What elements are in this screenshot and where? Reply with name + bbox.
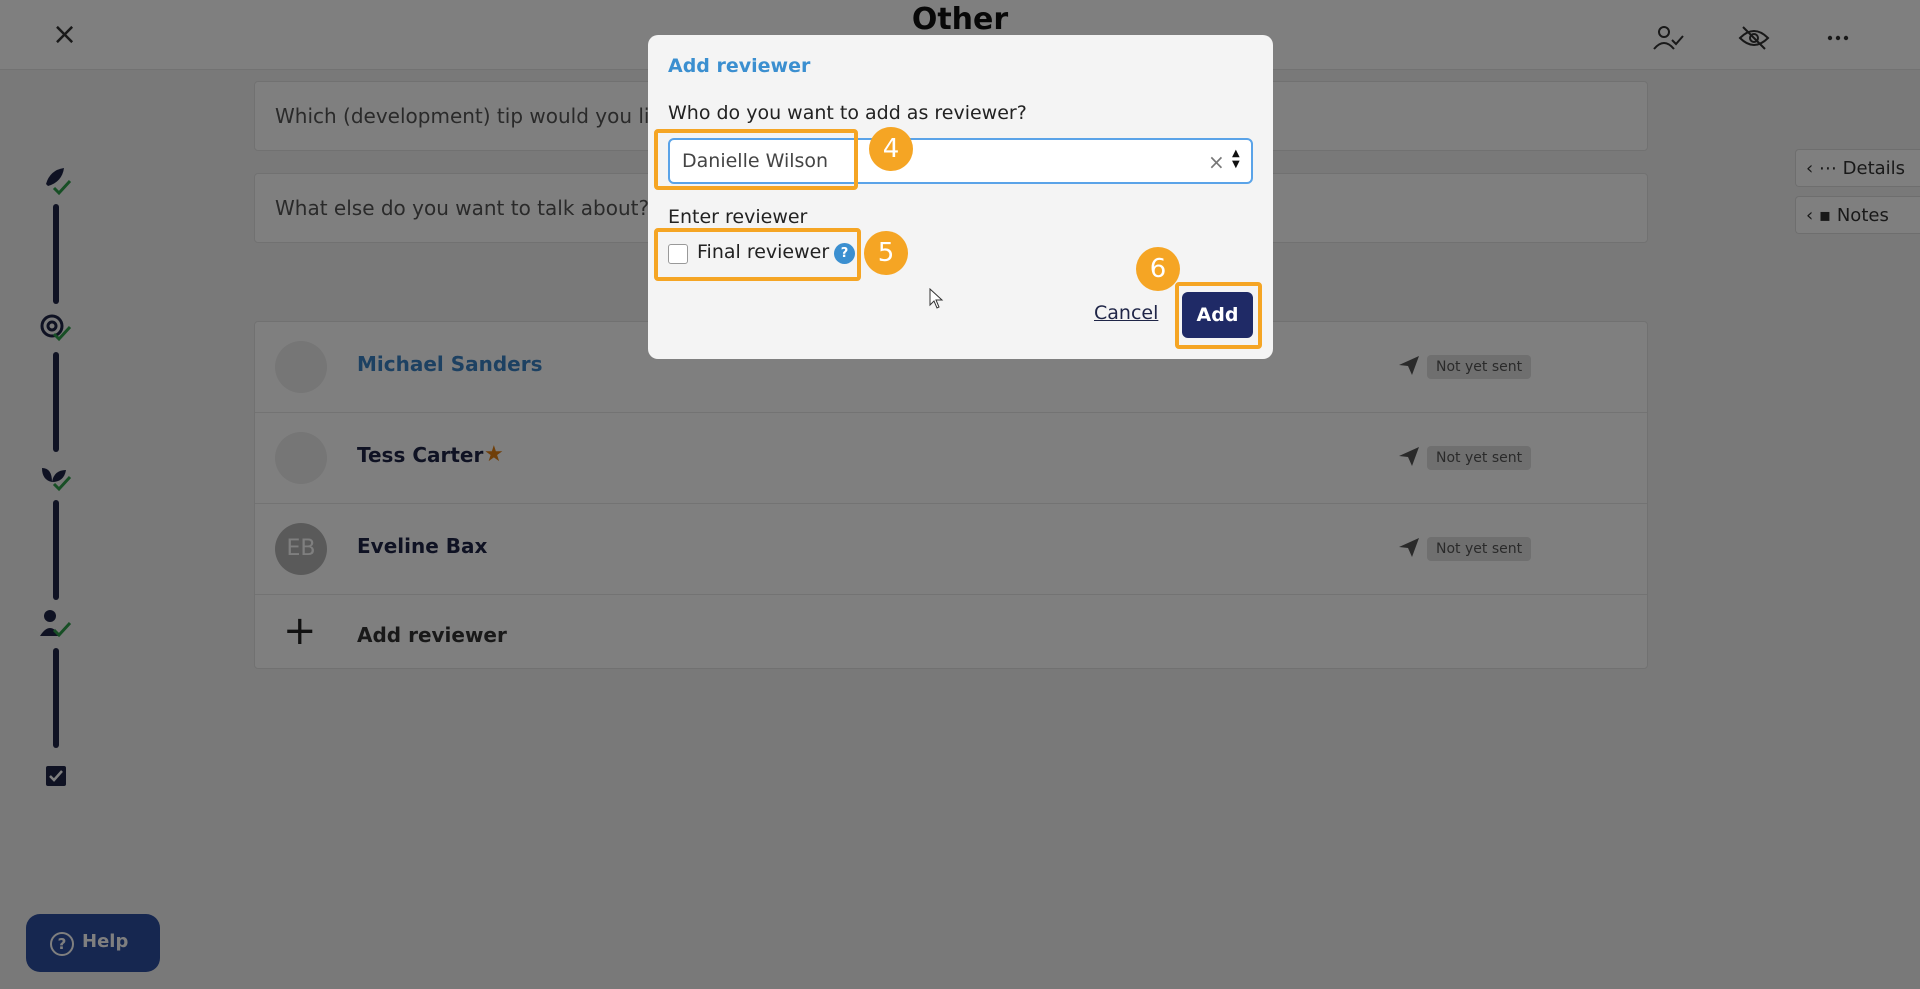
highlight-checkbox: [654, 228, 861, 281]
cancel-button[interactable]: Cancel: [1094, 302, 1158, 324]
sort-arrows-icon[interactable]: ▲ ▼: [1232, 148, 1240, 170]
highlight-select: [654, 129, 858, 190]
highlight-add-button: [1175, 282, 1262, 349]
step-badge: 4: [869, 127, 913, 171]
enter-reviewer-label: Enter reviewer: [668, 206, 808, 228]
step-badge: 6: [1136, 247, 1180, 291]
mouse-cursor-icon: [929, 288, 944, 309]
clear-icon[interactable]: ×: [1208, 150, 1225, 174]
reviewer-question-label: Who do you want to add as reviewer?: [668, 102, 1027, 124]
dialog-title: Add reviewer: [668, 55, 811, 77]
step-badge: 5: [864, 231, 908, 275]
